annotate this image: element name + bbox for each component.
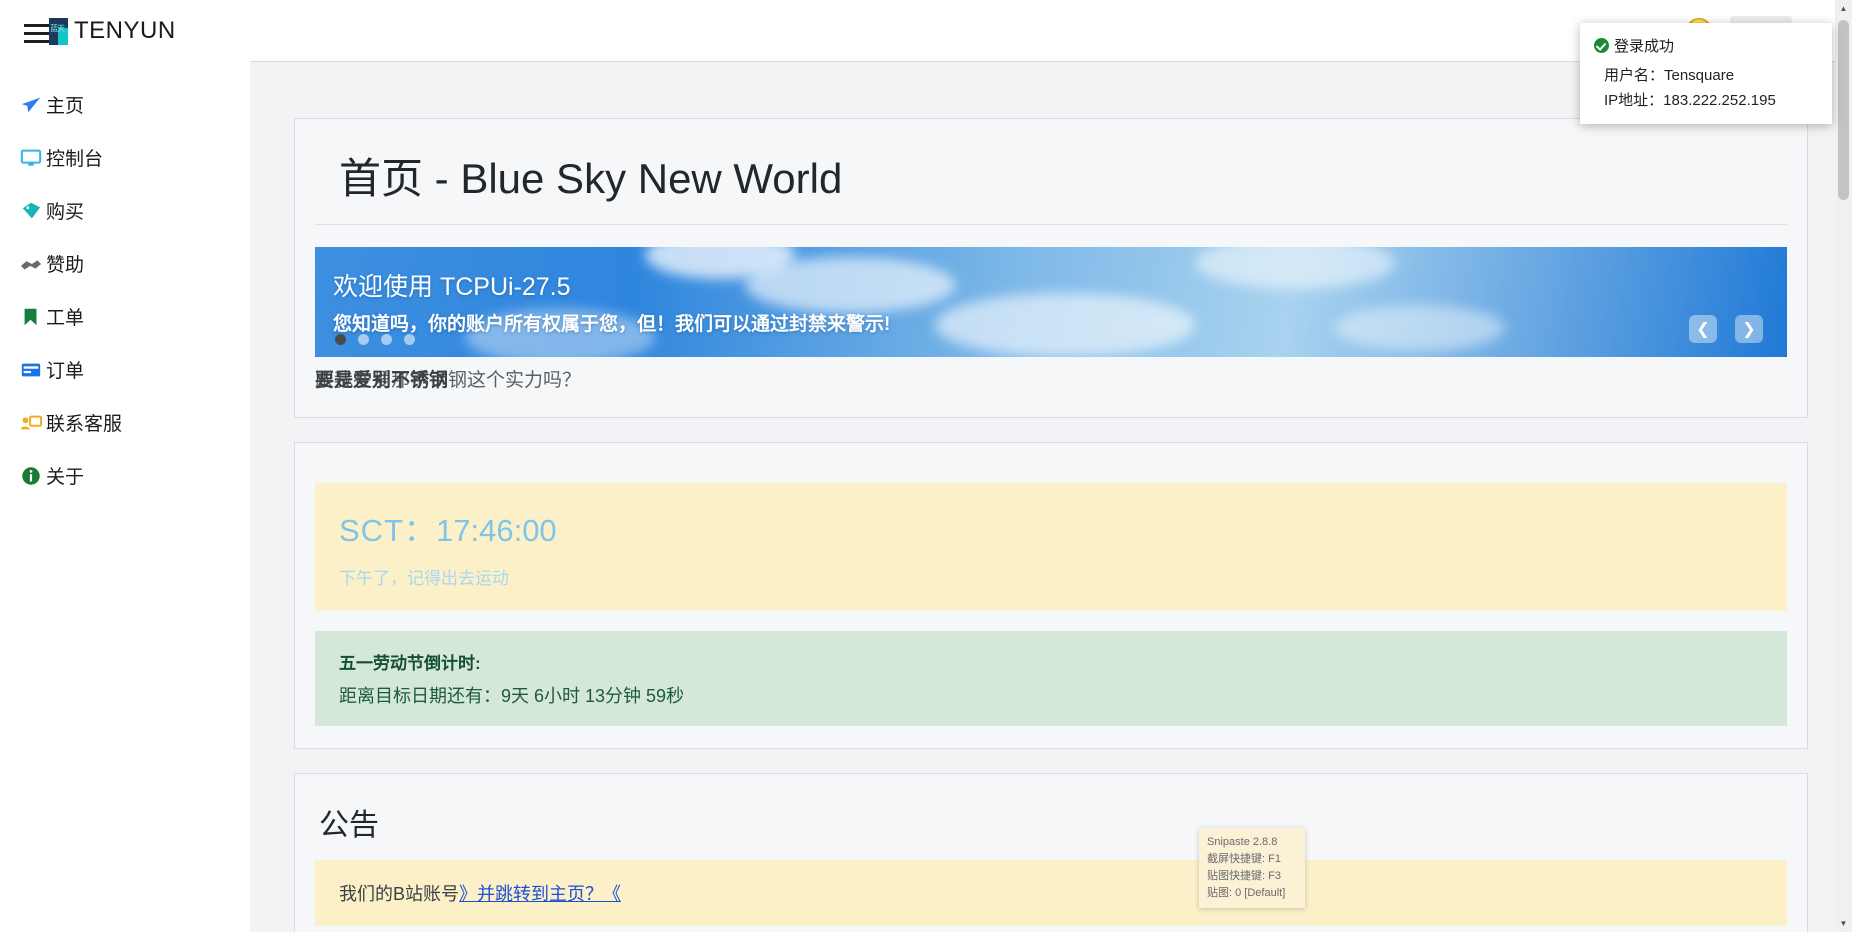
snipaste-capture-shortcut: 截屏快捷键: F1 (1207, 853, 1281, 865)
carousel-dots (335, 334, 415, 345)
carousel-dot[interactable] (358, 334, 369, 345)
sidebar: 蓝天 TENYUN 主页 控制台 购买 赞助 工单 订单 联系客服 关于 (0, 0, 250, 932)
countdown-body: 距离目标日期还有：9天 6小时 13分钟 59秒 (339, 686, 685, 706)
snipaste-paste-count: 贴图: 0 [Default] (1207, 887, 1286, 899)
brand-logo[interactable]: 蓝天 TENYUN (0, 0, 250, 62)
snipaste-paste-shortcut: 贴图快捷键: F3 (1207, 870, 1281, 882)
tag-icon (22, 202, 41, 218)
bookmark-icon (24, 308, 37, 325)
sidebar-item-sponsor[interactable]: 赞助 (0, 237, 250, 290)
info-icon (22, 466, 40, 485)
sidebar-item-label: 订单 (46, 361, 85, 382)
notice-heading: 公告 (319, 809, 379, 842)
sidebar-item-support[interactable]: 联系客服 (0, 396, 250, 449)
page-scrollbar[interactable]: ▲ ▼ (1835, 0, 1852, 932)
sidebar-item-console[interactable]: 控制台 (0, 131, 250, 184)
carousel-subtitle: 您知道吗，你的账户所有权属于您，但！我们可以通过封禁来警示! (333, 314, 891, 335)
sidebar-item-label: 关于 (46, 467, 85, 488)
clock-value: 17:46:00 (436, 513, 557, 548)
notice-item: 我们的B站账号》并跳转到主页？《 (315, 860, 1787, 926)
toast-header: 登录成功 (1594, 35, 1818, 56)
clock-hint: 下午了，记得出去运动 (339, 569, 509, 588)
toast-username: 用户名：Tensquare (1604, 67, 1735, 84)
cloud-decor (1195, 247, 1395, 289)
home-panel: 首页 - Blue Sky New World 欢迎使用 TCPUi-27.5 … (294, 118, 1808, 418)
clock-card: SCT：17:46:00 下午了，记得出去运动 (315, 483, 1787, 611)
sidebar-item-home[interactable]: 主页 (0, 78, 250, 131)
carousel-dot[interactable] (381, 334, 392, 345)
carousel-dot[interactable] (335, 334, 346, 345)
sidebar-item-about[interactable]: 关于 (0, 449, 250, 502)
check-circle-icon (1594, 38, 1609, 53)
support-icon (20, 415, 42, 429)
carousel-dot[interactable] (404, 334, 415, 345)
carousel-title: 欢迎使用 TCPUi-27.5 (333, 273, 571, 301)
app-root: 蓝天 TENYUN 主页 控制台 购买 赞助 工单 订单 联系客服 关于 首页 … (0, 0, 1852, 932)
toast-title: 登录成功 (1614, 38, 1675, 55)
sidebar-item-label: 工单 (46, 308, 85, 329)
cloud-decor (1335, 305, 1505, 351)
scroll-thumb[interactable] (1838, 20, 1849, 200)
scroll-up-button[interactable]: ▲ (1835, 0, 1852, 17)
snipaste-tooltip: Snipaste 2.8.8 截屏快捷键: F1 贴图快捷键: F3 贴图: 0… (1199, 828, 1305, 908)
brand-name: TENYUN (74, 17, 176, 44)
sidebar-item-label: 赞助 (46, 255, 85, 276)
sidebar-item-label: 控制台 (46, 149, 104, 170)
monitor-icon (20, 149, 42, 166)
brand-mark-text: 蓝天 (50, 24, 65, 33)
scroll-down-button[interactable]: ▼ (1835, 915, 1852, 932)
login-success-toast: 登录成功 用户名：Tensquare IP地址：183.222.252.195 (1580, 23, 1832, 124)
sidebar-item-order[interactable]: 订单 (0, 343, 250, 396)
sidebar-nav: 主页 控制台 购买 赞助 工单 订单 联系客服 关于 (0, 78, 250, 502)
carousel-prev-button[interactable]: ❮ (1689, 315, 1717, 343)
countdown-title: 五一劳动节倒计时: (339, 654, 481, 673)
notice-panel: 公告 我们的B站账号》并跳转到主页？《 (294, 773, 1808, 932)
cloud-decor (935, 293, 1195, 357)
main-content: 首页 - Blue Sky New World 欢迎使用 TCPUi-27.5 … (250, 62, 1852, 932)
sidebar-item-label: 主页 (46, 96, 85, 117)
paper-plane-icon (21, 97, 41, 112)
marquee-line-2: 要是爱别不锈钢 (315, 370, 449, 391)
countdown-card: 五一劳动节倒计时: 距离目标日期还有：9天 6小时 13分钟 59秒 (315, 631, 1787, 726)
sidebar-item-purchase[interactable]: 购买 (0, 184, 250, 237)
notice-link[interactable]: 》并跳转到主页？《 (459, 884, 621, 904)
carousel-next-button[interactable]: ❯ (1735, 315, 1763, 343)
sidebar-item-ticket[interactable]: 工单 (0, 290, 250, 343)
hero-carousel[interactable]: 欢迎使用 TCPUi-27.5 您知道吗，你的账户所有权属于您，但！我们可以通过… (315, 247, 1787, 357)
card-icon (21, 363, 41, 376)
snipaste-version: Snipaste 2.8.8 (1207, 836, 1278, 848)
marquee-overlap-text: 跟我在爱那不锈钢这个实力吗？ 要是爱别不锈钢 (315, 365, 1787, 395)
sidebar-item-label: 联系客服 (46, 414, 123, 435)
clock-label: SCT： (339, 513, 436, 548)
handshake-icon (20, 259, 42, 269)
page-title: 首页 - Blue Sky New World (315, 119, 1787, 225)
toast-ip: IP地址：183.222.252.195 (1604, 92, 1776, 109)
carousel-text-block: 欢迎使用 TCPUi-27.5 您知道吗，你的账户所有权属于您，但！我们可以通过… (333, 267, 890, 336)
sidebar-item-label: 购买 (46, 202, 85, 223)
notice-text: 我们的B站账号 (339, 884, 460, 904)
clock-row: SCT：17:46:00 (339, 505, 1763, 550)
hamburger-logo-icon: 蓝天 (22, 14, 74, 48)
status-panel: SCT：17:46:00 下午了，记得出去运动 五一劳动节倒计时: 距离目标日期… (294, 442, 1808, 749)
